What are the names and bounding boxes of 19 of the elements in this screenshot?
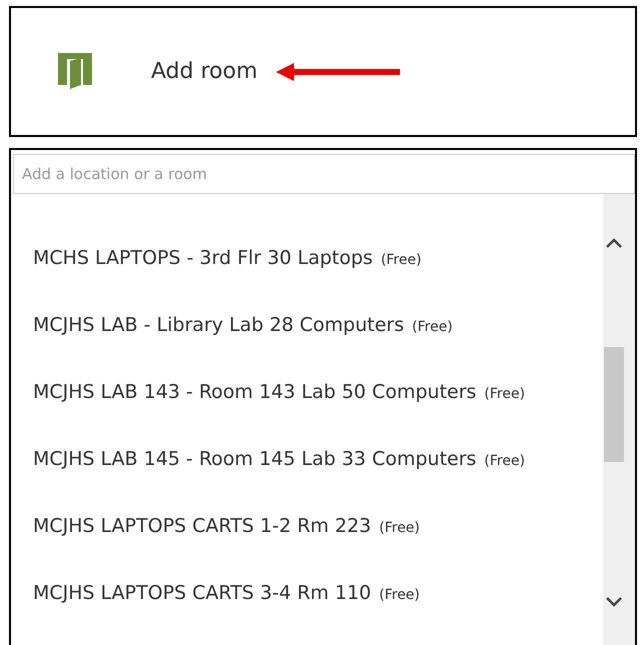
room-name[interactable]: MCJHS LAB - Library Lab 28 Computers [33,311,404,340]
room-name[interactable]: MCJHS LAPTOPS CARTS 1-2 Rm 223 [33,512,372,540]
room-name[interactable]: MCJHS LAB 145 - Room 145 Lab 33 Computers [33,445,476,474]
room-status: (Free) [379,519,420,538]
room-status: (Free) [412,318,453,337]
room-status: (Free) [484,385,525,404]
room-name[interactable]: MCJHS LAB 143 - Room 143 Lab 50 Computers [33,378,476,406]
room-status: (Free) [379,586,420,605]
room-name[interactable]: MCHS LAPTOPS - 3rd Flr 30 Laptops [33,244,373,272]
room-status: (Free) [380,251,422,270]
search-field[interactable]: Add a location or a room [13,154,635,194]
add-room-label[interactable]: Add room [151,55,258,88]
scrollbar-thumb[interactable] [604,347,624,462]
arrow-icon [276,62,400,80]
room-status: (Free) [484,452,525,471]
room-name[interactable]: MCJHS LAPTOPS CARTS 3-4 Rm 110 [33,579,372,608]
scroll-up-icon[interactable] [606,238,622,248]
door-icon [58,52,92,90]
scroll-down-icon[interactable] [606,597,622,607]
